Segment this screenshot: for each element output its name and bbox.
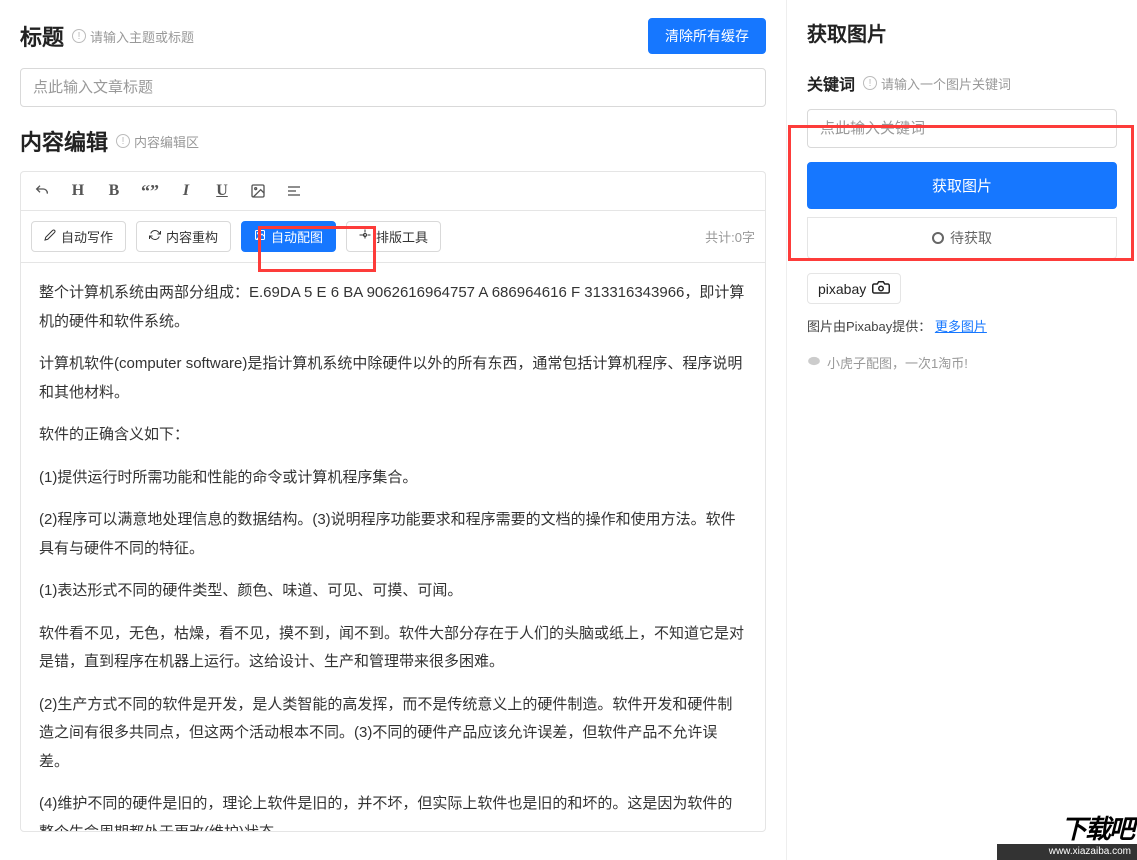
article-title-input[interactable] [20, 68, 766, 107]
pixabay-label: pixabay [818, 281, 866, 297]
restructure-button[interactable]: 内容重构 [136, 221, 231, 252]
pixabay-badge: pixabay [807, 273, 901, 304]
keyword-hint-text: 请输入一个图片关键词 [881, 74, 1011, 93]
content-paragraph: 整个计算机系统由两部分组成：E.69DA 5 E 6 BA 9062616964… [39, 279, 747, 336]
watermark-url: www.xiazaiba.com [997, 844, 1137, 860]
main-panel: 标题 ! 请输入主题或标题 清除所有缓存 内容编辑 ! 内容编辑区 H [0, 0, 787, 860]
coin-icon [807, 354, 821, 371]
status-text: 待获取 [950, 228, 992, 248]
keyword-section-header: 关键词 ! 请输入一个图片关键词 [807, 71, 1117, 95]
content-paragraph: 计算机软件(computer software)是指计算机系统中除硬件以外的所有… [39, 350, 747, 407]
content-paragraph: (4)维护不同的硬件是旧的，理论上软件是旧的，并不坏，但实际上软件也是旧的和坏的… [39, 790, 747, 832]
keyword-input[interactable] [807, 109, 1117, 148]
pencil-icon [44, 229, 56, 244]
content-edit-label: 内容编辑 [20, 125, 108, 157]
provider-line: 图片由Pixabay提供： 更多图片 [807, 316, 1117, 335]
action-row: 自动写作 内容重构 自动配图 排版工具 共计:0字 [20, 210, 766, 262]
info-icon: ! [72, 29, 86, 43]
content-section-header: 内容编辑 ! 内容编辑区 [20, 125, 766, 157]
info-icon: ! [863, 76, 877, 90]
title-hint-text: 请输入主题或标题 [90, 27, 194, 46]
quote-icon[interactable]: “” [139, 180, 161, 202]
word-count: 共计:0字 [705, 227, 755, 246]
bold-icon[interactable]: B [103, 180, 125, 202]
picture-icon [254, 229, 266, 244]
heading-icon[interactable]: H [67, 180, 89, 202]
info-icon: ! [116, 134, 130, 148]
side-panel: 获取图片 关键词 ! 请输入一个图片关键词 获取图片 待获取 pixabay 图… [787, 0, 1137, 860]
auto-image-button[interactable]: 自动配图 [241, 221, 336, 252]
layout-icon [359, 229, 371, 244]
camera-icon [872, 280, 890, 297]
content-hint-text: 内容编辑区 [134, 132, 199, 151]
keyword-label: 关键词 [807, 71, 855, 95]
content-paragraph: (2)生产方式不同的软件是开发，是人类智能的高发挥，而不是传统意义上的硬件制造。… [39, 691, 747, 777]
keyword-hint: ! 请输入一个图片关键词 [863, 74, 1011, 93]
italic-icon[interactable]: I [175, 180, 197, 202]
clear-cache-button[interactable]: 清除所有缓存 [648, 18, 766, 54]
title-label: 标题 [20, 20, 64, 52]
editor-toolbar: H B “” I U [20, 171, 766, 210]
editor-content[interactable]: 整个计算机系统由两部分组成：E.69DA 5 E 6 BA 9062616964… [20, 262, 766, 832]
content-hint: ! 内容编辑区 [116, 132, 199, 151]
watermark: 下载吧 www.xiazaiba.com [997, 800, 1137, 860]
content-paragraph: (1)表达形式不同的硬件类型、颜色、味道、可见、可摸、可闻。 [39, 577, 747, 606]
title-section-header: 标题 ! 请输入主题或标题 清除所有缓存 [20, 18, 766, 54]
align-icon[interactable] [283, 180, 305, 202]
watermark-logo: 下载吧 [1061, 809, 1133, 846]
status-box: 待获取 [807, 217, 1117, 259]
layout-tool-button[interactable]: 排版工具 [346, 221, 441, 252]
more-images-link[interactable]: 更多图片 [935, 319, 987, 334]
status-circle-icon [932, 232, 944, 244]
auto-write-button[interactable]: 自动写作 [31, 221, 126, 252]
refresh-icon [149, 229, 161, 244]
content-paragraph: (1)提供运行时所需功能和性能的命令或计算机程序集合。 [39, 464, 747, 493]
fetch-image-button[interactable]: 获取图片 [807, 162, 1117, 209]
content-paragraph: 软件的正确含义如下： [39, 421, 747, 450]
footer-note: 小虎子配图，一次1淘币! [807, 353, 1117, 372]
side-title: 获取图片 [807, 18, 1117, 47]
content-paragraph: 软件看不见，无色，枯燥，看不见，摸不到，闻不到。软件大部分存在于人们的头脑或纸上… [39, 620, 747, 677]
footer-note-text: 小虎子配图，一次1淘币! [827, 353, 968, 372]
image-icon[interactable] [247, 180, 269, 202]
underline-icon[interactable]: U [211, 180, 233, 202]
content-paragraph: (2)程序可以满意地处理信息的数据结构。(3)说明程序功能要求和程序需要的文档的… [39, 506, 747, 563]
title-hint: ! 请输入主题或标题 [72, 27, 194, 46]
provider-text: 图片由Pixabay提供： [807, 319, 931, 334]
undo-icon[interactable] [31, 180, 53, 202]
